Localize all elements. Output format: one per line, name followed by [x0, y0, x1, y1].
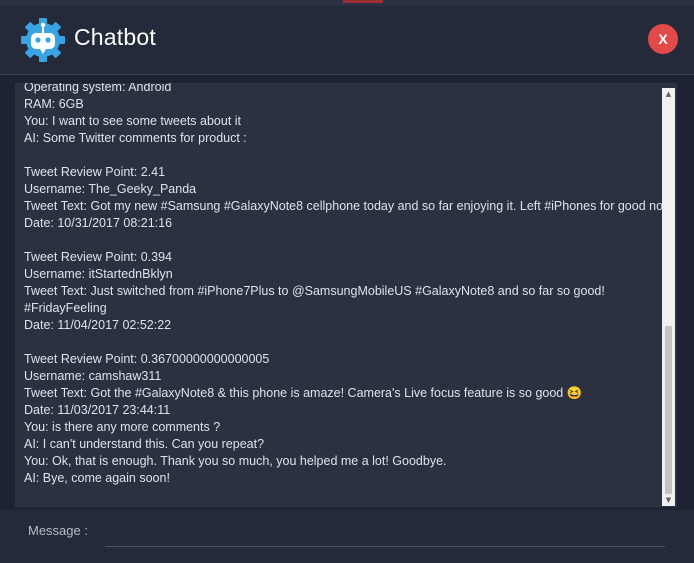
chat-line: Tweet Review Point: 0.394	[24, 250, 172, 264]
chat-line: Date: 11/03/2017 23:44:11	[24, 403, 171, 417]
chat-messages: Operating system: Android RAM: 6GB You: I …	[24, 83, 675, 487]
chat-line: AI: I can't understand this. Can you rep…	[24, 437, 265, 451]
robot-gear-icon	[21, 18, 65, 62]
chat-line: You: is there any more comments ?	[24, 420, 221, 434]
chat-scrollbar[interactable]: ▲ ▼	[662, 88, 675, 506]
chat-line: You: Ok, that is enough. Thank you so mu…	[24, 454, 447, 468]
chat-line: Tweet Text: Just switched from #iPhone7P…	[24, 284, 605, 298]
message-label: Message :	[28, 523, 88, 538]
chat-spacer	[24, 232, 660, 249]
chat-spacer	[24, 334, 660, 351]
title-bar-accent	[343, 0, 383, 3]
message-input[interactable]	[105, 518, 665, 547]
chat-line: Username: itStartednBklyn	[24, 267, 173, 281]
scroll-down-icon[interactable]: ▼	[662, 494, 675, 506]
chat-spacer	[24, 147, 660, 164]
chat-history-panel[interactable]: Operating system: Android RAM: 6GB You: I …	[15, 83, 677, 507]
chat-line: Tweet Review Point: 0.36700000000000005	[24, 352, 270, 366]
close-button[interactable]: X	[648, 24, 678, 54]
chat-line: Date: 10/31/2017 08:21:16	[24, 216, 173, 230]
chat-line: Operating system: Android	[24, 83, 172, 94]
chat-line: #FridayFeeling	[24, 301, 107, 315]
scroll-up-icon[interactable]: ▲	[662, 88, 675, 100]
chat-line: Tweet Review Point: 2.41	[24, 165, 166, 179]
chat-line: Tweet Text: Got the #GalaxyNote8 & this …	[24, 386, 583, 400]
chat-line: AI: Bye, come again soon!	[24, 471, 170, 485]
app-header: Chatbot X	[0, 6, 694, 75]
chat-line: You: I want to see some tweets about it	[24, 114, 242, 128]
chat-line: Date: 11/04/2017 02:52:22	[24, 318, 172, 332]
scroll-thumb[interactable]	[665, 326, 672, 494]
chat-line: AI: Some Twitter comments for product :	[24, 131, 247, 145]
chat-line: Tweet Text: Got my new #Samsung #GalaxyN…	[24, 199, 675, 213]
app-title: Chatbot	[74, 24, 156, 50]
chat-line: Username: The_Geeky_Panda	[24, 182, 197, 196]
chat-line: RAM: 6GB	[24, 97, 84, 111]
message-bar: Message :	[0, 510, 694, 563]
chat-line: Username: camshaw311	[24, 369, 162, 383]
